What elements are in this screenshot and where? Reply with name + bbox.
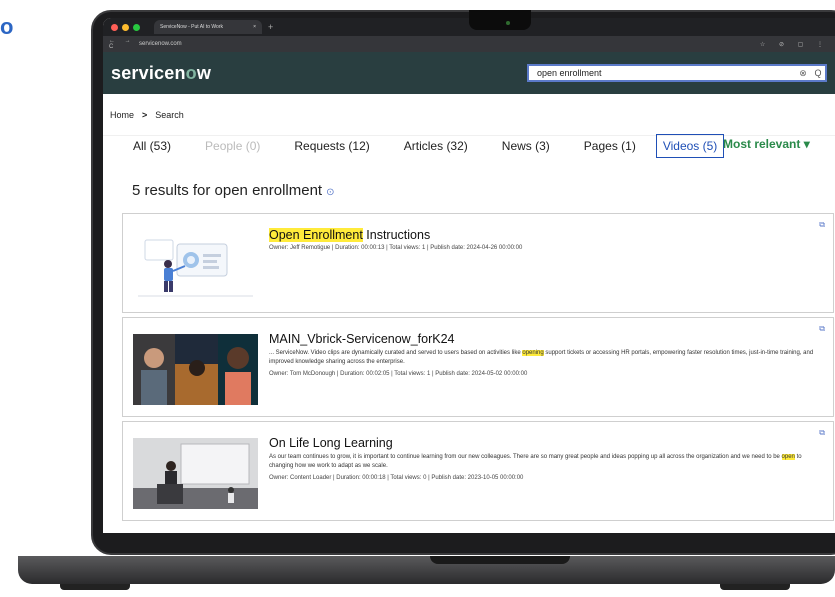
result-meta: Owner: Jeff Remotigue | Duration: 00:00:… [269, 245, 523, 251]
browser-address-bar: ← → C servicenow.com ☆ ⊘ ▢ ⋮ [103, 36, 835, 52]
result-card[interactable]: On Life Long Learning As our team contin… [122, 421, 834, 521]
camera-notch [469, 10, 531, 30]
breadcrumb-separator: > [142, 109, 148, 120]
external-link-icon[interactable]: ⧉ [819, 324, 825, 334]
tab-close-icon[interactable]: × [253, 24, 256, 30]
result-filter-tabs: All (53) People (0) Requests (12) Articl… [127, 133, 835, 159]
result-meta: Owner: Tom McDonough | Duration: 00:02:0… [269, 371, 528, 377]
tab-news[interactable]: News (3) [496, 135, 556, 157]
result-card[interactable]: MAIN_Vbrick-Servicenow_forK24 ... Servic… [122, 317, 834, 417]
url-field[interactable]: servicenow.com [139, 41, 760, 47]
breadcrumb-current: Search [155, 109, 184, 120]
result-body: On Life Long Learning As our team contin… [269, 436, 819, 481]
info-icon[interactable]: ⊙ [326, 187, 334, 198]
breadcrumb-home-link[interactable]: Home [110, 110, 134, 120]
maximize-window-icon[interactable] [133, 23, 140, 31]
laptop-foot-right [720, 584, 790, 590]
cropped-heading-fragment: o [0, 14, 14, 39]
enrollment-illustration [133, 230, 258, 301]
clear-search-icon[interactable]: ⊗ [795, 68, 811, 79]
close-window-icon[interactable] [111, 23, 118, 31]
result-meta: Owner: Content Loader | Duration: 00:00:… [269, 475, 524, 481]
sort-dropdown[interactable]: Most relevant ▾ [723, 137, 810, 151]
browser-tab-title: ServiceNow - Put AI to Work [160, 24, 223, 30]
tab-requests[interactable]: Requests (12) [288, 135, 375, 157]
laptop-hinge-notch [430, 556, 570, 564]
external-link-icon[interactable]: ⧉ [819, 428, 825, 438]
external-link-icon[interactable]: ⧉ [819, 220, 825, 230]
results-list: Open Enrollment Instructions Owner: Jeff… [122, 213, 834, 525]
laptop-foot-left [60, 584, 130, 590]
stage: o ServiceNow - Put AI to Work × + ← → C … [0, 0, 835, 597]
tab-videos[interactable]: Videos (5) [655, 134, 725, 158]
tab-people[interactable]: People (0) [199, 135, 266, 157]
result-description: ... ServiceNow. Video clips are dynamica… [269, 350, 814, 365]
results-count-text: 5 results for open enrollment [132, 182, 323, 199]
tab-articles[interactable]: Articles (32) [398, 135, 474, 157]
search-input[interactable] [529, 68, 795, 78]
result-card[interactable]: Open Enrollment Instructions Owner: Jeff… [122, 213, 834, 313]
servicenow-logo[interactable]: servicenow [111, 63, 211, 84]
video-thumbnail [133, 334, 258, 405]
search-icon[interactable]: Q [811, 68, 825, 78]
tab-all[interactable]: All (53) [127, 135, 177, 157]
browser-tab[interactable]: ServiceNow - Put AI to Work × [154, 20, 262, 34]
title-rest: Instructions [362, 228, 431, 242]
result-body: Open Enrollment Instructions Owner: Jeff… [269, 228, 819, 251]
browser-nav-icons[interactable]: ← → C [109, 38, 139, 50]
new-tab-button[interactable]: + [268, 22, 273, 32]
search-box: ⊗ Q [527, 64, 827, 82]
result-description: As our team continues to grow, it is imp… [269, 454, 802, 469]
servicenow-header: servicenow ⊗ Q [103, 52, 835, 94]
tab-pages[interactable]: Pages (1) [578, 135, 642, 157]
result-title[interactable]: On Life Long Learning [269, 436, 819, 450]
results-heading: 5 results for open enrollment ⊙ [132, 182, 335, 199]
result-title[interactable]: Open Enrollment Instructions [269, 228, 819, 242]
browser-toolbar-icons[interactable]: ☆ ⊘ ▢ ⋮ [760, 41, 829, 48]
laptop-base [18, 556, 835, 584]
minimize-window-icon[interactable] [122, 23, 129, 31]
title-highlight: Open Enrollment [269, 228, 363, 242]
breadcrumb: Home > Search [103, 94, 835, 136]
video-thumbnail [133, 438, 258, 509]
result-body: MAIN_Vbrick-Servicenow_forK24 ... Servic… [269, 332, 819, 377]
camera-indicator [506, 21, 510, 25]
result-title[interactable]: MAIN_Vbrick-Servicenow_forK24 [269, 332, 819, 346]
